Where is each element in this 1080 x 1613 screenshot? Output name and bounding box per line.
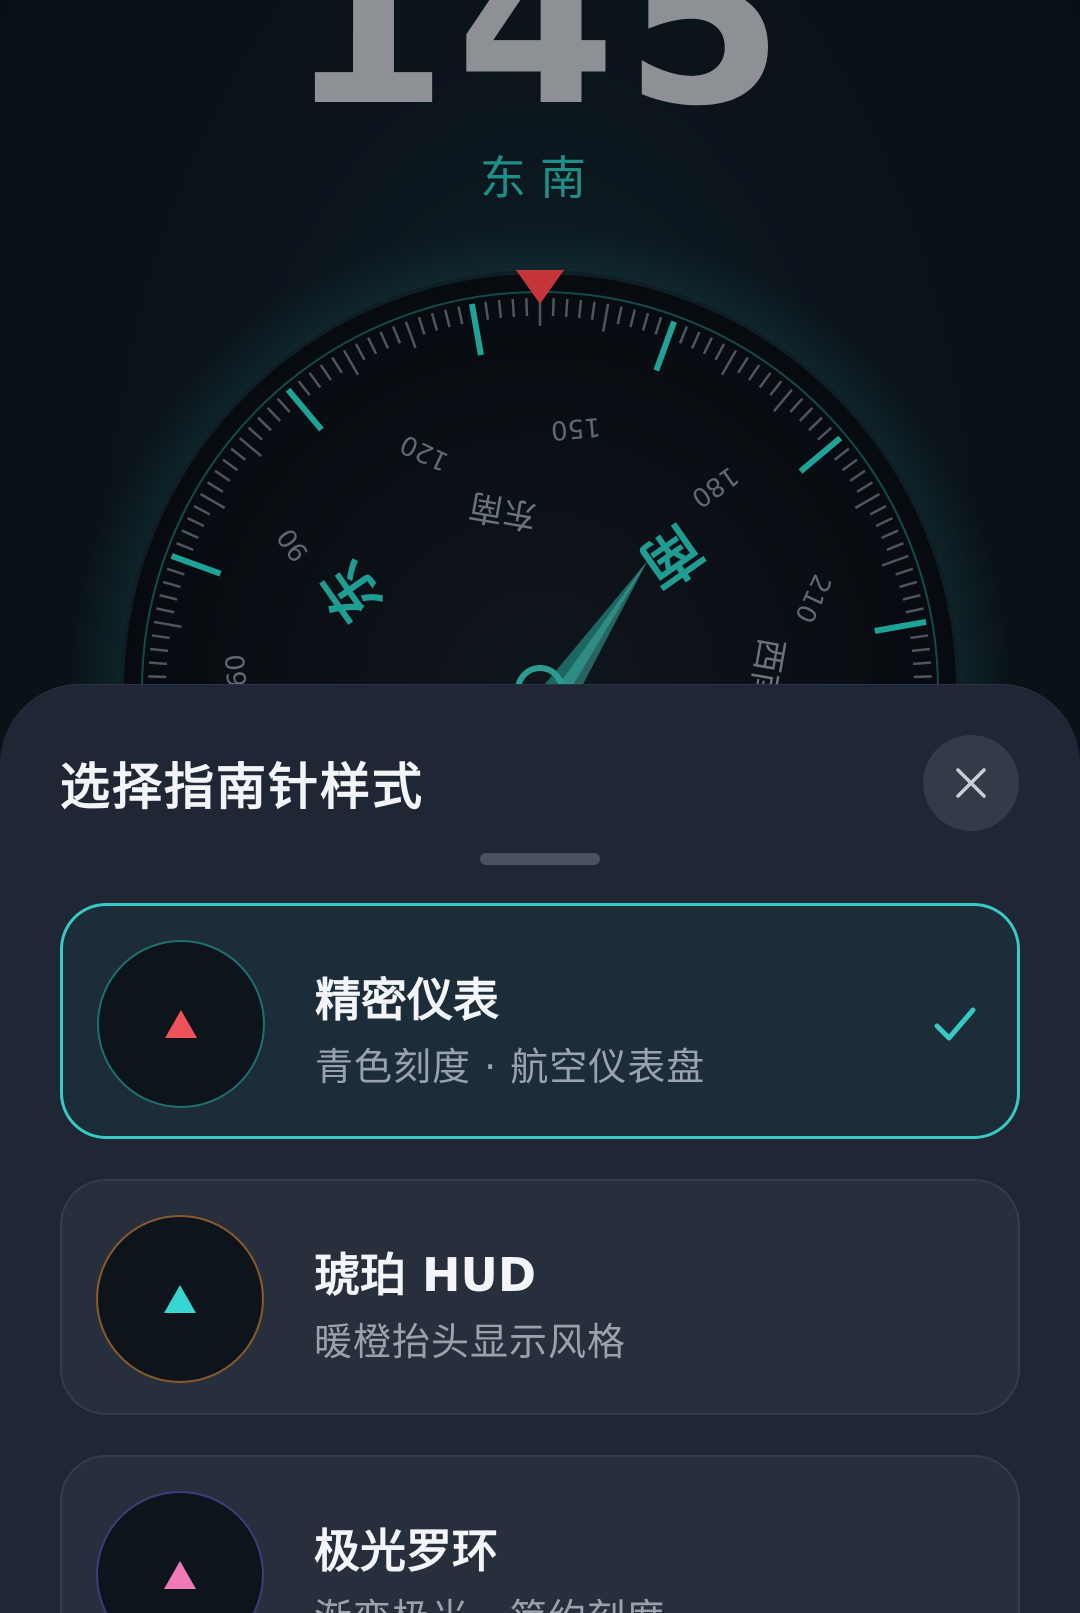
- triangle-marker-icon: [165, 1010, 197, 1038]
- close-button[interactable]: [923, 735, 1019, 831]
- triangle-marker-icon: [164, 1561, 196, 1589]
- dial-tick: [551, 298, 555, 317]
- dial-tick: [913, 661, 932, 666]
- compass-dial[interactable]: 90 120 150 180 210 60 东 南 东南 西南: [0, 0, 1080, 700]
- option-title: 琥珀 HUD: [314, 1248, 537, 1302]
- style-preview: [97, 940, 265, 1108]
- style-preview: [96, 1491, 264, 1613]
- dial-tick: [148, 661, 167, 666]
- check-icon: [934, 1007, 976, 1041]
- dial-tick: [525, 298, 529, 317]
- triangle-marker-icon: [164, 1285, 196, 1313]
- option-subtitle: 暖橙抬头显示风格: [314, 1320, 627, 1364]
- style-picker-sheet: 选择指南针样式 精密仪表 青色刻度 · 航空仪表盘 琥珀 HUD 暖橙抬头显示风…: [0, 684, 1080, 1613]
- dial-tick: [511, 298, 516, 317]
- option-title: 极光罗环: [314, 1524, 498, 1578]
- compass-screen: 145 东南 90 120 150 180 210 60 东 南 东南 西南 选…: [0, 0, 1080, 1613]
- option-subtitle: 渐变极光 · 简约刻度: [314, 1587, 665, 1613]
- dial-tick: [564, 298, 569, 317]
- style-option-precision[interactable]: 精密仪表 青色刻度 · 航空仪表盘: [60, 903, 1020, 1139]
- style-preview: [96, 1215, 264, 1383]
- dial-tick: [148, 675, 167, 679]
- option-title: 精密仪表: [315, 973, 499, 1027]
- compass-dial-graphic: 90 120 150 180 210 60 东 南 东南 西南: [70, 220, 1010, 700]
- close-icon: [956, 768, 986, 798]
- drag-handle[interactable]: [480, 853, 600, 865]
- dial-degree-label: 150: [550, 411, 602, 445]
- style-option-amber-hud[interactable]: 琥珀 HUD 暖橙抬头显示风格: [60, 1179, 1020, 1415]
- option-subtitle: 青色刻度 · 航空仪表盘: [315, 1045, 706, 1089]
- style-option-aurora-ring[interactable]: 极光罗环 渐变极光 · 简约刻度: [60, 1455, 1020, 1613]
- dial-tick: [913, 675, 932, 679]
- sheet-title: 选择指南针样式: [60, 758, 424, 816]
